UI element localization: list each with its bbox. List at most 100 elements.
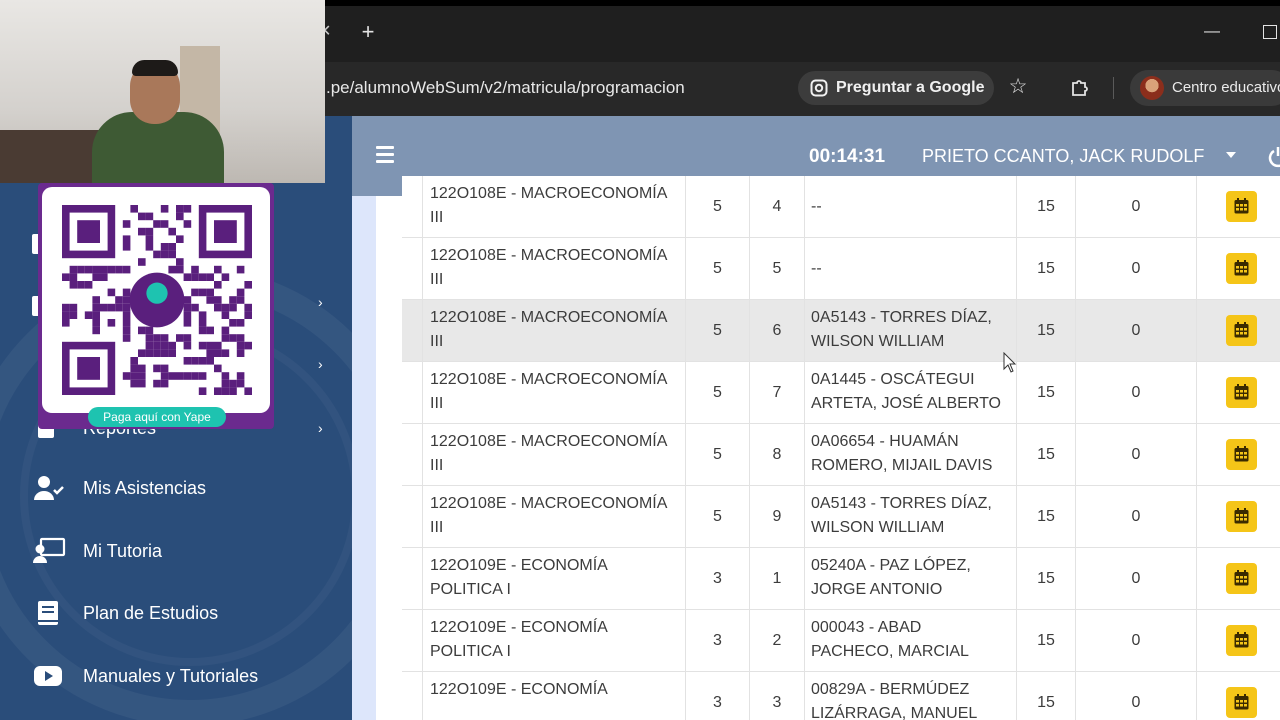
- teacher-cell: --: [805, 238, 1017, 300]
- capacity-cell: 15: [1017, 238, 1076, 300]
- action-cell: [1197, 486, 1280, 548]
- enrolled-cell: 0: [1076, 548, 1197, 610]
- course-name-line2: III: [430, 271, 444, 288]
- course-name-line2: POLITICA I: [430, 643, 511, 660]
- webcam-person-hair: [132, 60, 178, 76]
- action-cell: [1197, 238, 1280, 300]
- profile-chip[interactable]: Centro educativo: [1130, 70, 1280, 106]
- section-cell: 3: [750, 672, 805, 720]
- bookmark-star-icon[interactable]: ☆: [1006, 74, 1030, 100]
- section-cell: 4: [750, 176, 805, 238]
- table-row: 122O108E - MACROECONOMÍA III 5 4 -- 15 0: [402, 176, 1280, 238]
- section-cell: 6: [750, 300, 805, 362]
- course-name-line2: III: [430, 209, 444, 226]
- schedule-button[interactable]: [1226, 687, 1257, 718]
- book-icon: [38, 601, 58, 625]
- toolbar-separator: [1113, 77, 1114, 99]
- course-name-line2: III: [430, 519, 444, 536]
- profile-avatar: [1140, 76, 1164, 100]
- sidebar-item-mi-tutoria[interactable]: Mi Tutoria: [0, 527, 352, 575]
- course-name-line1: 122O109E - ECONOMÍA: [430, 681, 608, 698]
- user-check-icon: [34, 476, 64, 500]
- course-name-line1: 122O109E - ECONOMÍA: [430, 557, 608, 574]
- calendar-icon: [1234, 198, 1249, 214]
- capacity-cell: 15: [1017, 424, 1076, 486]
- window-minimize-button[interactable]: —: [1204, 22, 1220, 42]
- credits-cell: 5: [686, 238, 750, 300]
- table-row: 122O108E - MACROECONOMÍA III 5 6 0A5143 - TO…: [402, 300, 1280, 362]
- enrolled-cell: 0: [1076, 486, 1197, 548]
- calendar-icon: [1234, 632, 1249, 648]
- course-cell: 122O108E - MACROECONOMÍA III: [423, 362, 686, 424]
- caret-down-icon[interactable]: [1226, 152, 1236, 158]
- teacher-line2: PACHECO, MARCIAL: [811, 643, 969, 660]
- teacher-line1: 0A1445 - OSCÁTEGUI: [811, 371, 975, 388]
- schedule-button[interactable]: [1226, 315, 1257, 346]
- capacity-cell: 15: [1017, 672, 1076, 720]
- schedule-button[interactable]: [1226, 501, 1257, 532]
- menu-toggle-icon[interactable]: [376, 146, 394, 164]
- content-gutter: [352, 196, 376, 720]
- schedule-button[interactable]: [1226, 439, 1257, 470]
- calendar-icon: [1234, 260, 1249, 276]
- action-cell: [1197, 610, 1280, 672]
- main-content: 122O108E - MACROECONOMÍA III 5 4 -- 15 0 122O10…: [352, 176, 1280, 720]
- sidebar-item-label: Mi Tutoria: [83, 541, 163, 561]
- teacher-cell: 000043 - ABAD PACHECO, MARCIAL: [805, 610, 1017, 672]
- row-gutter-cell: [402, 486, 423, 548]
- course-name-line2: III: [430, 395, 444, 412]
- row-gutter-cell: [402, 362, 423, 424]
- credits-cell: 3: [686, 672, 750, 720]
- new-tab-button[interactable]: +: [356, 20, 380, 44]
- teacher-line1: 0A5143 - TORRES DÍAZ,: [811, 309, 992, 326]
- course-name-line2: III: [430, 457, 444, 474]
- power-icon[interactable]: [1268, 146, 1280, 168]
- ask-google-label: Preguntar a Google: [836, 79, 985, 96]
- calendar-icon: [1234, 508, 1249, 524]
- enrolled-cell: 0: [1076, 424, 1197, 486]
- table-row: 122O109E - ECONOMÍA POLITICA I 3 2 000043 - …: [402, 610, 1280, 672]
- chevron-right-icon[interactable]: ›: [318, 292, 332, 312]
- section-cell: 2: [750, 610, 805, 672]
- course-name-line1: 122O109E - ECONOMÍA: [430, 619, 608, 636]
- schedule-button[interactable]: [1226, 377, 1257, 408]
- yape-qr-overlay: Paga aquí con Yape: [38, 183, 274, 429]
- course-cell: 122O108E - MACROECONOMÍA III: [423, 176, 686, 238]
- address-bar[interactable]: .pe/alumnoWebSum/v2/matricula/programaci…: [326, 76, 685, 100]
- ask-google-button[interactable]: Preguntar a Google: [798, 71, 994, 105]
- credits-cell: 3: [686, 610, 750, 672]
- action-cell: [1197, 424, 1280, 486]
- course-name-line1: 122O108E - MACROECONOMÍA: [430, 371, 668, 388]
- google-lens-icon: [810, 79, 828, 97]
- course-name-line1: 122O108E - MACROECONOMÍA: [430, 433, 668, 450]
- teacher-line2: JORGE ANTONIO: [811, 581, 943, 598]
- table-row: 122O109E - ECONOMÍA POLITICA I 3 1 05240A - …: [402, 548, 1280, 610]
- sidebar-item-label: Manuales y Tutoriales: [83, 666, 259, 686]
- sidebar-item-plan-de-estudios[interactable]: Plan de Estudios: [0, 589, 352, 637]
- row-gutter-cell: [402, 548, 423, 610]
- user-menu[interactable]: PRIETO CCANTO, JACK RUDOLF: [922, 142, 1204, 170]
- schedule-button[interactable]: [1226, 191, 1257, 222]
- credits-cell: 5: [686, 176, 750, 238]
- enrolled-cell: 0: [1076, 362, 1197, 424]
- teacher-cell: 00829A - BERMÚDEZ LIZÁRRAGA, MANUEL: [805, 672, 1017, 720]
- course-cell: 122O109E - ECONOMÍA POLITICA I: [423, 548, 686, 610]
- teacher-line1: 05240A - PAZ LÓPEZ,: [811, 557, 971, 574]
- course-cell: 122O109E - ECONOMÍA POLITICA I: [423, 610, 686, 672]
- window-maximize-button[interactable]: [1263, 25, 1277, 39]
- chevron-right-icon[interactable]: ›: [318, 354, 332, 374]
- schedule-button[interactable]: [1226, 563, 1257, 594]
- sidebar-item-mis-asistencias[interactable]: Mis Asistencias: [0, 464, 352, 512]
- action-cell: [1197, 672, 1280, 720]
- extensions-puzzle-icon[interactable]: [1069, 75, 1093, 99]
- schedule-button[interactable]: [1226, 253, 1257, 284]
- schedule-button[interactable]: [1226, 625, 1257, 656]
- teacher-line1: --: [811, 198, 822, 215]
- teacher-cell: 0A5143 - TORRES DÍAZ, WILSON WILLIAM: [805, 486, 1017, 548]
- screen: ✕ + — .pe/alumnoWebSum/v2/matricula/prog…: [0, 0, 1280, 720]
- chevron-right-icon: ›: [318, 420, 323, 436]
- teacher-line1: --: [811, 260, 822, 277]
- sidebar-item-manuales-y-tutoriales[interactable]: Manuales y Tutoriales: [0, 652, 352, 700]
- capacity-cell: 15: [1017, 548, 1076, 610]
- teacher-line2: ROMERO, MIJAIL DAVIS: [811, 457, 993, 474]
